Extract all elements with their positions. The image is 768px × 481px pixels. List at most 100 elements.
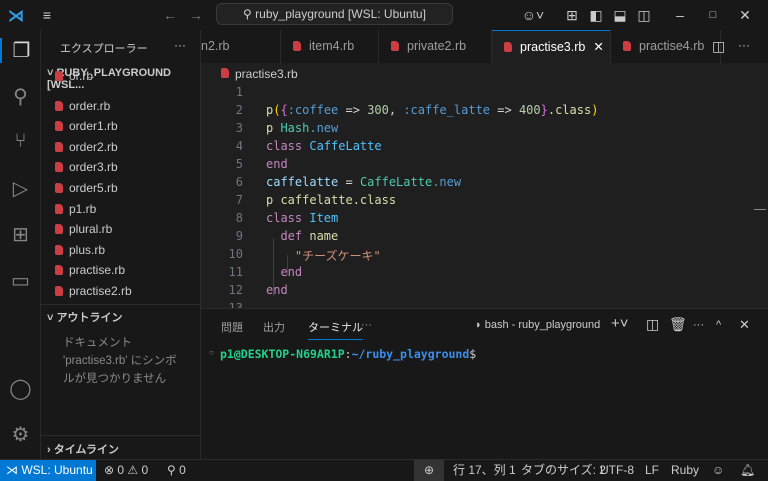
breadcrumb[interactable]: practise3.rb [221, 67, 298, 81]
close-window-icon[interactable]: ✕ [735, 0, 755, 30]
timeline-title: タイムライン [53, 444, 119, 456]
toggle-panel-icon[interactable]: ⬓ [611, 0, 629, 30]
panel-more-icon[interactable]: ··· [361, 319, 372, 331]
split-terminal-icon[interactable]: ◫ [646, 316, 659, 333]
command-decoration-icon: ○ [209, 348, 214, 357]
zoom-icon[interactable]: ⊕ [414, 460, 444, 481]
forward-icon[interactable]: → [186, 0, 206, 30]
outline-title: アウトライン [56, 312, 123, 324]
file-item[interactable]: order2.rb [55, 137, 118, 157]
terminal-more-icon[interactable]: ··· [693, 319, 704, 331]
file-name: plus.rb [69, 242, 106, 257]
code-editor[interactable]: practise3.rb 1 2 p({:coffee => 300, :caffe… [201, 63, 768, 309]
command-center-search[interactable]: ⚲ ruby_playground [WSL: Ubuntu] [216, 3, 453, 25]
line-number: 3 [235, 121, 243, 135]
scrollbar[interactable] [754, 209, 766, 210]
explorer-icon[interactable]: ❐ [0, 38, 41, 63]
tab-label: n2.rb [201, 39, 230, 53]
code-token: { [280, 103, 288, 117]
copilot-status-icon[interactable]: ☺ [712, 460, 724, 481]
code-token: caffelatte [266, 175, 339, 189]
code-token: 400 [518, 103, 541, 117]
new-terminal-icon[interactable]: +˅ [611, 315, 629, 332]
port-count: 0 [179, 463, 186, 477]
tab-problems[interactable]: 問題 [221, 319, 243, 335]
close-panel-icon[interactable]: ✕ [739, 317, 750, 333]
terminal-selector[interactable]: ◗ bash - ruby_playground [475, 319, 600, 331]
tab-practise4-rb[interactable]: practise4.rb [611, 30, 721, 63]
code-token: :caffe_latte [403, 103, 491, 117]
file-item[interactable]: order3.rb [55, 157, 118, 177]
file-item[interactable]: practise2.rb [55, 281, 132, 301]
remote-explorer-icon[interactable]: ▭ [0, 268, 41, 293]
problems-indicator[interactable]: ⊗ 0 ⚠ 0 [104, 460, 148, 481]
cursor-position[interactable]: 行 17、列 1 [453, 460, 516, 481]
split-editor-icon[interactable]: ◫ [712, 38, 725, 55]
outline-empty-message: ドキュメント 'practise3.rb' にシンボ ルが見つかりません [63, 334, 177, 388]
encoding[interactable]: UTF-8 [600, 460, 634, 481]
line-number: 4 [235, 139, 243, 153]
eol[interactable]: LF [645, 460, 659, 481]
prompt-sep: : [344, 347, 352, 361]
language-mode[interactable]: Ruby [671, 460, 699, 481]
file-name: practise.rb [69, 263, 126, 278]
customize-layout-icon[interactable]: ⊞ [563, 0, 581, 30]
ruby-file-icon [55, 203, 63, 214]
kill-terminal-icon[interactable]: 🗑 [669, 316, 687, 333]
tab-practise3-rb[interactable]: practise3.rb ✕ [492, 30, 611, 63]
search-icon[interactable]: ⚲ [0, 84, 41, 109]
more-actions-icon[interactable]: ··· [174, 38, 186, 52]
file-item[interactable]: or.rb [55, 71, 93, 83]
maximize-panel-icon[interactable]: ^ [716, 319, 721, 331]
ruby-file-icon [55, 183, 63, 193]
file-item[interactable]: p1.rb [55, 199, 96, 219]
notifications-bell-icon[interactable]: 🔔︎ [740, 460, 755, 481]
tab-item4-rb[interactable]: item4.rb [281, 30, 379, 63]
tab-terminal[interactable]: ターミナル [308, 319, 363, 340]
ports-indicator[interactable]: ⚲ 0 [167, 460, 186, 481]
timeline-header[interactable]: › タイムライン [47, 441, 119, 457]
remote-indicator[interactable]: ⋊ WSL: Ubuntu [0, 460, 96, 481]
file-item[interactable]: plus.rb [55, 240, 105, 260]
run-debug-icon[interactable]: ▷ [0, 176, 41, 201]
tab-n2-rb[interactable]: n2.rb [189, 30, 281, 63]
code-token: p caffelatte.class [266, 193, 397, 207]
toggle-secondary-sidebar-icon[interactable]: ◫ [635, 0, 653, 30]
search-icon: ⚲ [243, 7, 256, 21]
line-number: 12 [228, 283, 243, 297]
tab-label: practise4.rb [639, 39, 705, 53]
menu-icon[interactable]: ≡ [36, 0, 58, 30]
terminal-name: bash - ruby_playground [484, 319, 601, 331]
code-token: CaffeLatte [359, 175, 433, 189]
prompt-path: ~/ruby_playground [351, 347, 470, 361]
settings-gear-icon[interactable]: ⚙ [0, 422, 41, 447]
tab-private2-rb[interactable]: private2.rb [379, 30, 492, 63]
toggle-sidebar-icon[interactable]: ◧ [587, 0, 605, 30]
more-actions-icon[interactable]: ··· [738, 38, 750, 52]
tab-size[interactable]: タブのサイズ: 2 [521, 460, 606, 481]
extensions-icon[interactable]: ⊞ [0, 222, 41, 247]
file-item[interactable]: plural.rb [55, 219, 112, 239]
file-item[interactable]: order5.rb [55, 178, 118, 198]
code-line: "チーズケーキ" [266, 247, 381, 264]
maximize-icon[interactable]: □ [703, 0, 723, 30]
terminal-prompt[interactable]: p1@DESKTOP-N69AR1P:~/ruby_playground$ [220, 347, 476, 361]
tab-output[interactable]: 出力 [263, 319, 285, 335]
back-icon[interactable]: ← [160, 0, 180, 30]
file-item[interactable]: order.rb [55, 96, 110, 116]
file-item[interactable]: order1.rb [55, 116, 118, 136]
close-tab-icon[interactable]: ✕ [593, 40, 603, 54]
code-token: => [338, 103, 368, 117]
outline-header[interactable]: ˅ アウトライン [47, 309, 122, 325]
minimize-icon[interactable]: – [670, 0, 690, 30]
account-icon[interactable]: ◯ [0, 376, 41, 401]
file-item[interactable]: practise.rb [55, 260, 125, 280]
code-line: def name [266, 229, 338, 243]
code-line: end [266, 157, 288, 171]
code-token: , [388, 103, 404, 117]
source-control-icon[interactable]: ⑂ [0, 130, 41, 153]
copilot-icon[interactable]: ☺˅ [518, 0, 548, 30]
file-name: order5.rb [69, 181, 118, 195]
file-name: order2.rb [69, 139, 118, 154]
breadcrumb-file: practise3.rb [235, 67, 298, 81]
